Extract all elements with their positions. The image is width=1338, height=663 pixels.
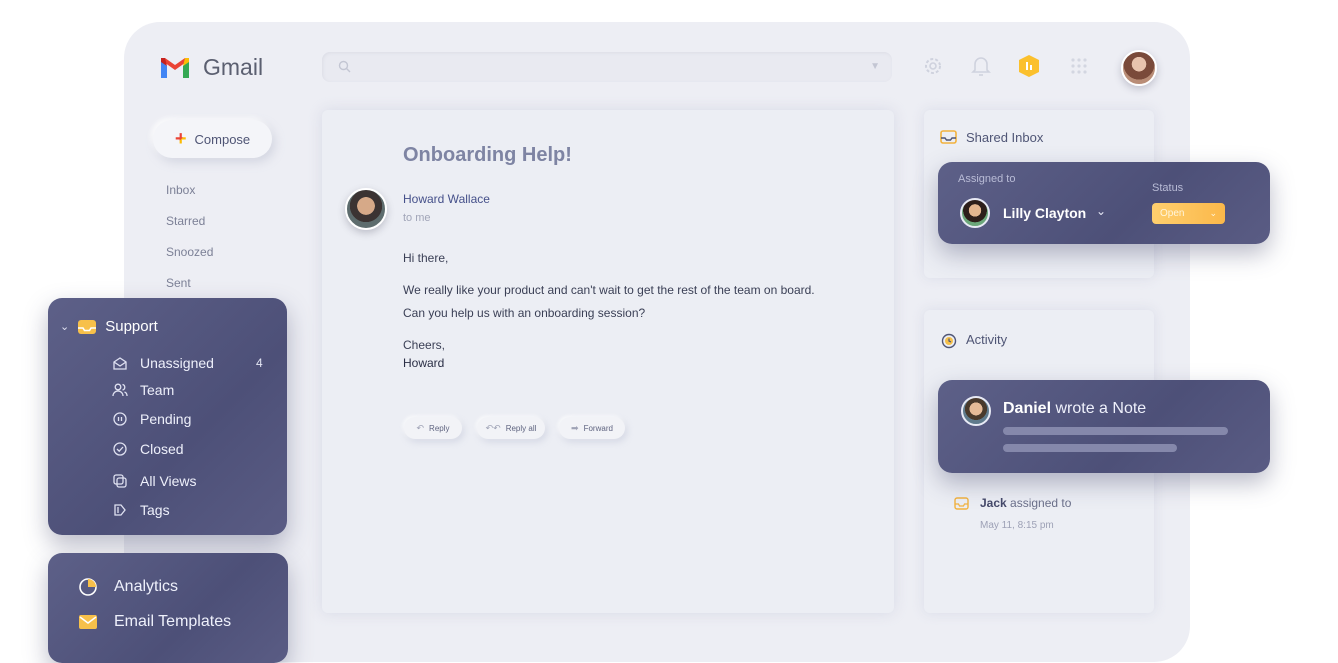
reply-all-label: Reply all [505,423,537,433]
support-item-label: Tags [140,502,170,518]
support-title: Support [105,318,158,335]
gear-icon[interactable] [921,54,945,78]
search-bar[interactable]: ▼ [322,52,892,82]
note-author-avatar [961,396,991,426]
support-item-label: Team [140,382,175,398]
forward-label: Forward [583,423,613,433]
search-icon [338,60,351,73]
note-placeholder-line [1003,427,1228,435]
history-clock-icon [941,333,957,349]
sender-name[interactable]: Howard Wallace [403,192,490,206]
unassigned-count: 4 [256,356,263,370]
inbox-tray-icon [940,130,957,144]
reply-icon: ↶ [416,422,425,433]
activity-event-time: May 11, 8:15 pm [980,520,1054,531]
support-item-closed[interactable]: Closed [112,441,184,457]
tag-icon [112,503,128,517]
support-header[interactable]: ⌄ Support [60,318,158,335]
support-item-label: Unassigned [140,355,214,371]
email-view: Onboarding Help! Howard Wallace to me Hi… [322,110,894,613]
hiver-extension-icon[interactable] [1017,54,1041,78]
support-item-label: Closed [140,441,184,457]
email-subject: Onboarding Help! [403,144,572,166]
app-title: Gmail [203,54,264,80]
chevron-down-icon[interactable]: ⌄ [1096,204,1106,218]
assignee-name[interactable]: Lilly Clayton [1003,205,1086,221]
inbox-tray-icon [954,497,969,510]
activity-event: Jack assigned to May 11, 8:15 pm [954,496,1072,531]
email-templates-label: Email Templates [114,613,232,630]
pie-chart-icon [79,578,97,596]
support-item-label: Pending [140,411,192,427]
forward-icon: ➡ [571,422,579,433]
note-placeholder-line [1003,444,1177,452]
people-icon [112,383,128,397]
status-value: Open [1160,208,1185,219]
assignment-card: Assigned to Lilly Clayton ⌄ Status Open … [938,162,1270,244]
reply-all-button[interactable]: ↶↶ Reply all [477,417,545,439]
note-author: Daniel [1003,400,1052,417]
user-avatar[interactable] [1121,50,1157,86]
nav-inbox[interactable]: Inbox [166,183,195,197]
sender-avatar [345,188,387,230]
copy-icon [112,474,128,488]
nav-analytics[interactable]: Analytics [78,577,178,597]
nav-starred[interactable]: Starred [166,214,205,228]
status-label: Status [1152,182,1184,194]
email-greeting: Hi there, [403,251,449,265]
email-template-icon [79,615,97,629]
email-signoff: Cheers, [403,338,446,352]
activity-event-text: assigned to [1010,496,1072,510]
apps-grid-icon[interactable] [1067,54,1091,78]
envelope-open-icon [112,356,128,370]
activity-title: Activity [966,332,1008,347]
assignee-avatar [960,198,990,228]
support-menu: ⌄ Support Unassigned 4 Team Pending Clos… [48,298,287,535]
support-item-pending[interactable]: Pending [112,411,191,427]
nav-snoozed[interactable]: Snoozed [166,245,213,259]
shared-inbox-title: Shared Inbox [966,130,1044,145]
nav-sent[interactable]: Sent [166,276,191,290]
reply-label: Reply [429,423,450,433]
note-activity-card[interactable]: Daniel wrote a Note [938,380,1270,473]
chevron-down-icon[interactable]: ▼ [870,61,880,72]
status-dropdown[interactable]: Open ⌄ [1152,203,1225,224]
forward-button[interactable]: ➡ Forward [559,417,625,439]
gmail-m-icon [161,57,189,78]
activity-event-user: Jack [980,496,1007,510]
reply-button[interactable]: ↶ Reply [404,417,462,439]
support-item-label: All Views [140,473,197,489]
note-text: Daniel wrote a Note [1003,400,1146,418]
pause-circle-icon [112,412,128,426]
email-body-line: We really like your product and can't wa… [403,283,815,297]
bell-icon[interactable] [969,54,993,78]
support-item-tags[interactable]: Tags [112,502,170,518]
nav-email-templates[interactable]: Email Templates [78,613,231,631]
note-action: wrote a Note [1055,400,1147,417]
secondary-menu: Analytics Email Templates [48,553,288,663]
support-item-all-views[interactable]: All Views [112,473,197,489]
check-circle-icon [112,442,128,456]
analytics-label: Analytics [114,578,179,595]
recipient-label: to me [403,212,431,224]
chevron-down-icon: ⌄ [60,321,70,333]
support-item-unassigned[interactable]: Unassigned [112,355,214,371]
compose-label: Compose [194,131,251,147]
email-body-line: Can you help us with an onboarding sessi… [403,306,646,320]
reply-all-icon: ↶↶ [485,422,501,433]
inbox-tray-icon [78,319,97,334]
compose-button[interactable]: + Compose [153,120,272,158]
email-signature: Howard [403,356,445,370]
support-item-team[interactable]: Team [112,382,174,398]
gmail-logo[interactable]: Gmail [159,54,263,81]
assigned-to-label: Assigned to [958,173,1016,185]
chevron-down-icon: ⌄ [1209,208,1217,218]
plus-icon: + [174,128,187,150]
